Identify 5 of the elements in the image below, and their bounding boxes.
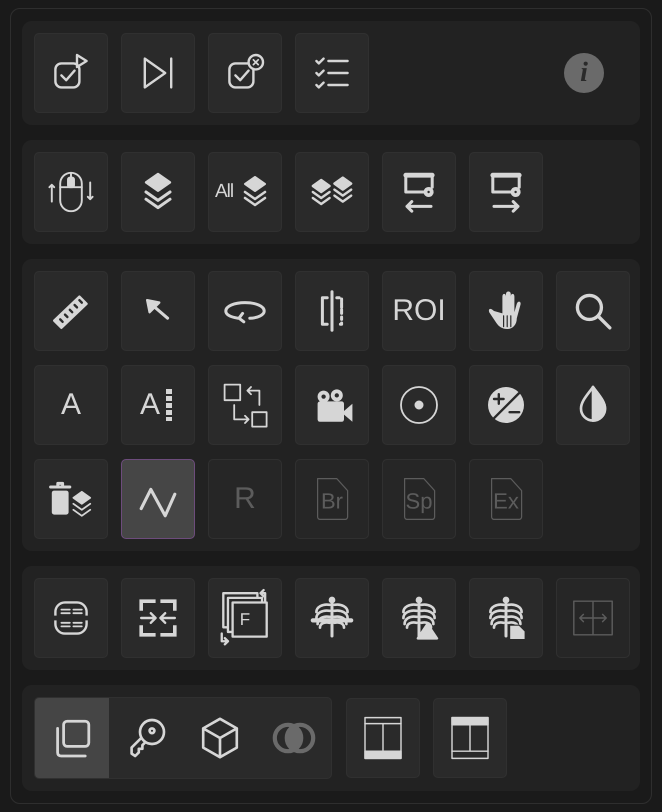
tool-button[interactable]: A: [34, 365, 108, 445]
tool-button[interactable]: All: [208, 152, 282, 232]
tool-button[interactable]: F: [208, 578, 282, 658]
tool-button[interactable]: ROI: [382, 271, 456, 351]
tool-button[interactable]: A: [121, 365, 195, 445]
